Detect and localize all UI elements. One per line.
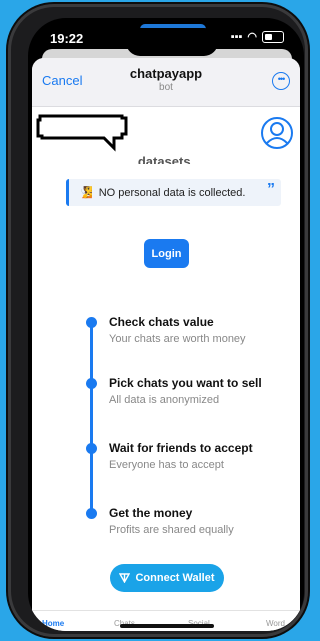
phone-screen: 19:22 ▪▪▪ ◠ Cancel chatpayapp bot ••• da…: [28, 18, 304, 631]
tab-home[interactable]: Home: [42, 619, 64, 628]
timeline-dot: [86, 378, 97, 389]
profile-icon[interactable]: [260, 116, 294, 150]
step-title: Get the money: [109, 506, 193, 520]
home-indicator: [120, 624, 214, 628]
privacy-note: 🧏 NO personal data is collected. ”: [66, 179, 281, 206]
page-subtitle: bot: [159, 82, 173, 93]
step-check-chats: Check chats value Your chats are worth m…: [109, 315, 269, 346]
timeline-dot: [86, 508, 97, 519]
page-title: chatpayapp: [129, 66, 203, 81]
timeline-dot: [86, 317, 97, 328]
step-title: Wait for friends to accept: [109, 441, 253, 455]
connect-wallet-label: Connect Wallet: [135, 572, 215, 584]
timeline-line: [90, 320, 93, 516]
intro-text-partial: datasets.: [137, 154, 195, 164]
person-emoji-icon: 🧏: [79, 187, 93, 199]
speech-bubble-icon: [36, 114, 128, 152]
signal-icon: ▪▪▪: [230, 30, 243, 43]
step-description: Everyone has to accept: [109, 459, 224, 471]
tab-word[interactable]: Word: [266, 619, 285, 628]
wifi-icon: ◠: [247, 31, 257, 43]
step-wait-friends: Wait for friends to accept Everyone has …: [109, 441, 269, 472]
more-options-icon[interactable]: •••: [272, 72, 290, 90]
step-title: Pick chats you want to sell: [109, 376, 262, 390]
status-time: 19:22: [50, 31, 84, 46]
step-description: All data is anonymized: [109, 394, 220, 406]
step-description: Your chats are worth money: [109, 333, 246, 345]
battery-icon: [262, 30, 284, 43]
phone-frame: 19:22 ▪▪▪ ◠ Cancel chatpayapp bot ••• da…: [8, 4, 308, 637]
step-description: Profits are shared equally: [109, 524, 234, 536]
ton-diamond-icon: [119, 573, 131, 583]
privacy-note-text: NO personal data is collected.: [98, 186, 246, 199]
step-pick-chats: Pick chats you want to sell All data is …: [109, 376, 269, 407]
login-button[interactable]: Login: [144, 239, 189, 268]
step-get-money: Get the money Profits are shared equally: [109, 506, 269, 537]
step-title: Check chats value: [109, 315, 214, 329]
nav-bar: Cancel chatpayapp bot •••: [32, 58, 300, 107]
timeline-dot: [86, 443, 97, 454]
status-icons: ▪▪▪ ◠: [231, 30, 284, 43]
connect-wallet-button[interactable]: Connect Wallet: [110, 564, 224, 592]
dynamic-island: [126, 28, 218, 56]
mini-app-sheet: Cancel chatpayapp bot ••• datasets. 🧏 NO…: [32, 58, 300, 631]
nav-title-block: chatpayapp bot: [32, 66, 300, 93]
quote-icon: ”: [267, 181, 275, 198]
